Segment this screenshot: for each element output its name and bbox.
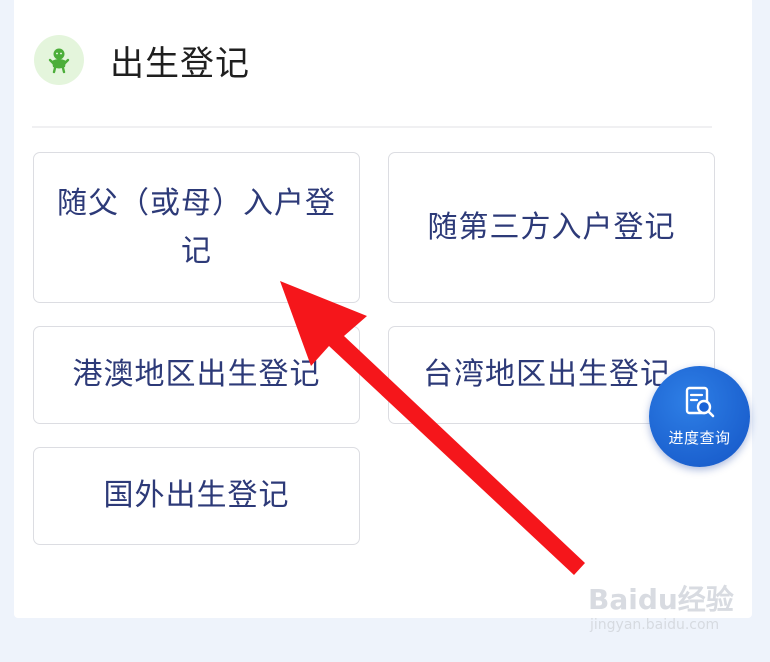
watermark-url: jingyan.baidu.com	[590, 617, 720, 633]
section-header: 出生登记	[34, 30, 250, 90]
progress-query-label: 进度查询	[668, 429, 731, 447]
search-document-icon	[681, 385, 719, 425]
baby-icon	[34, 35, 84, 85]
watermark-brand: Baidu经验	[588, 583, 734, 616]
option-with-parent-registration[interactable]: 随父（或母）入户登记	[33, 152, 360, 303]
option-overseas-birth-registration[interactable]: 国外出生登记	[33, 447, 360, 545]
option-hk-macau-birth-registration[interactable]: 港澳地区出生登记	[33, 326, 360, 424]
progress-query-button[interactable]: 进度查询	[649, 366, 750, 467]
baidu-watermark: Baidu经验 jingyan.baidu.com	[588, 584, 748, 648]
section-title: 出生登记	[110, 43, 250, 84]
option-third-party-registration[interactable]: 随第三方入户登记	[388, 152, 715, 303]
divider	[32, 126, 712, 128]
page: 出生登记 随父（或母）入户登记 随第三方入户登记 港澳地区出生登记 台湾地区出生…	[0, 0, 770, 662]
